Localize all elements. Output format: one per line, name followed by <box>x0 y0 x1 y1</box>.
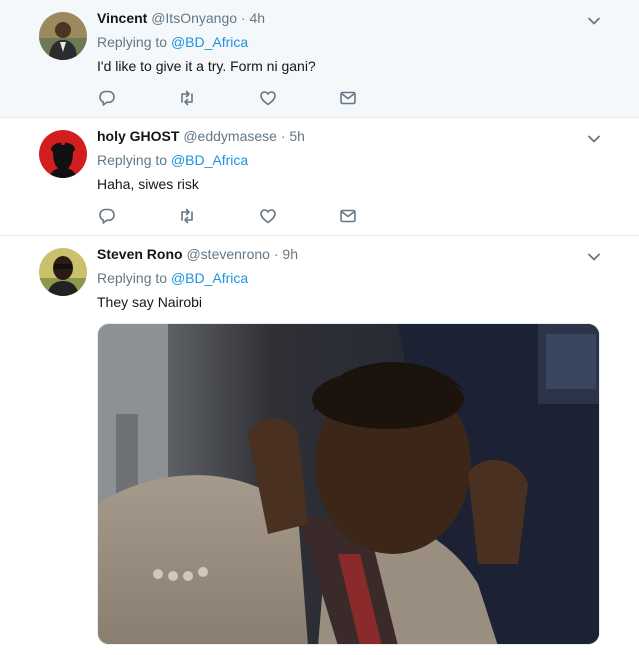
tweet-media-photo[interactable] <box>97 323 600 645</box>
direct-message-icon[interactable] <box>338 88 358 108</box>
mention-link[interactable]: @BD_Africa <box>171 34 248 50</box>
reply-icon[interactable] <box>97 206 117 226</box>
tweet[interactable]: Vincent @ItsOnyango · 4h Replying to @BD… <box>0 0 639 118</box>
mention-link[interactable]: @BD_Africa <box>171 270 248 286</box>
replying-to: Replying to @BD_Africa <box>97 270 248 286</box>
like-icon[interactable] <box>258 88 278 108</box>
timestamp[interactable]: 5h <box>289 128 305 144</box>
retweet-icon[interactable] <box>177 88 197 108</box>
avatar[interactable] <box>39 130 87 178</box>
direct-message-icon[interactable] <box>338 206 358 226</box>
tweet[interactable]: Steven Rono @stevenrono · 9h Replying to… <box>0 236 639 655</box>
tweet-actions <box>97 88 367 108</box>
replying-to-label: Replying to <box>97 270 168 286</box>
separator: · <box>240 10 246 26</box>
replying-to-label: Replying to <box>97 34 168 50</box>
replying-to: Replying to @BD_Africa <box>97 34 248 50</box>
like-icon[interactable] <box>258 206 278 226</box>
replying-to-label: Replying to <box>97 152 168 168</box>
avatar[interactable] <box>39 12 87 60</box>
display-name[interactable]: Steven Rono <box>97 246 183 262</box>
replying-to: Replying to @BD_Africa <box>97 152 248 168</box>
user-handle[interactable]: @stevenrono <box>186 246 269 262</box>
tweet-text: Haha, siwes risk <box>97 176 199 192</box>
separator: · <box>273 246 279 262</box>
mention-link[interactable]: @BD_Africa <box>171 152 248 168</box>
tweet-actions <box>97 206 367 226</box>
display-name[interactable]: holy GHOST <box>97 128 179 144</box>
timestamp[interactable]: 4h <box>249 10 265 26</box>
tweet-header: holy GHOST @eddymasese · 5h <box>97 128 305 144</box>
chevron-down-icon[interactable] <box>587 132 601 146</box>
tweet-header: Vincent @ItsOnyango · 4h <box>97 10 265 26</box>
tweet-text: I'd like to give it a try. Form ni gani? <box>97 58 316 74</box>
retweet-icon[interactable] <box>177 206 197 226</box>
chevron-down-icon[interactable] <box>587 250 601 264</box>
user-handle[interactable]: @ItsOnyango <box>151 10 237 26</box>
tweet-text: They say Nairobi <box>97 294 203 310</box>
avatar[interactable] <box>39 248 87 296</box>
tweet[interactable]: holy GHOST @eddymasese · 5h Replying to … <box>0 118 639 236</box>
user-handle[interactable]: @eddymasese <box>183 128 277 144</box>
tweet-header: Steven Rono @stevenrono · 9h <box>97 246 298 262</box>
chevron-down-icon[interactable] <box>587 14 601 28</box>
timestamp[interactable]: 9h <box>282 246 298 262</box>
separator: · <box>280 128 286 144</box>
display-name[interactable]: Vincent <box>97 10 147 26</box>
reply-icon[interactable] <box>97 88 117 108</box>
